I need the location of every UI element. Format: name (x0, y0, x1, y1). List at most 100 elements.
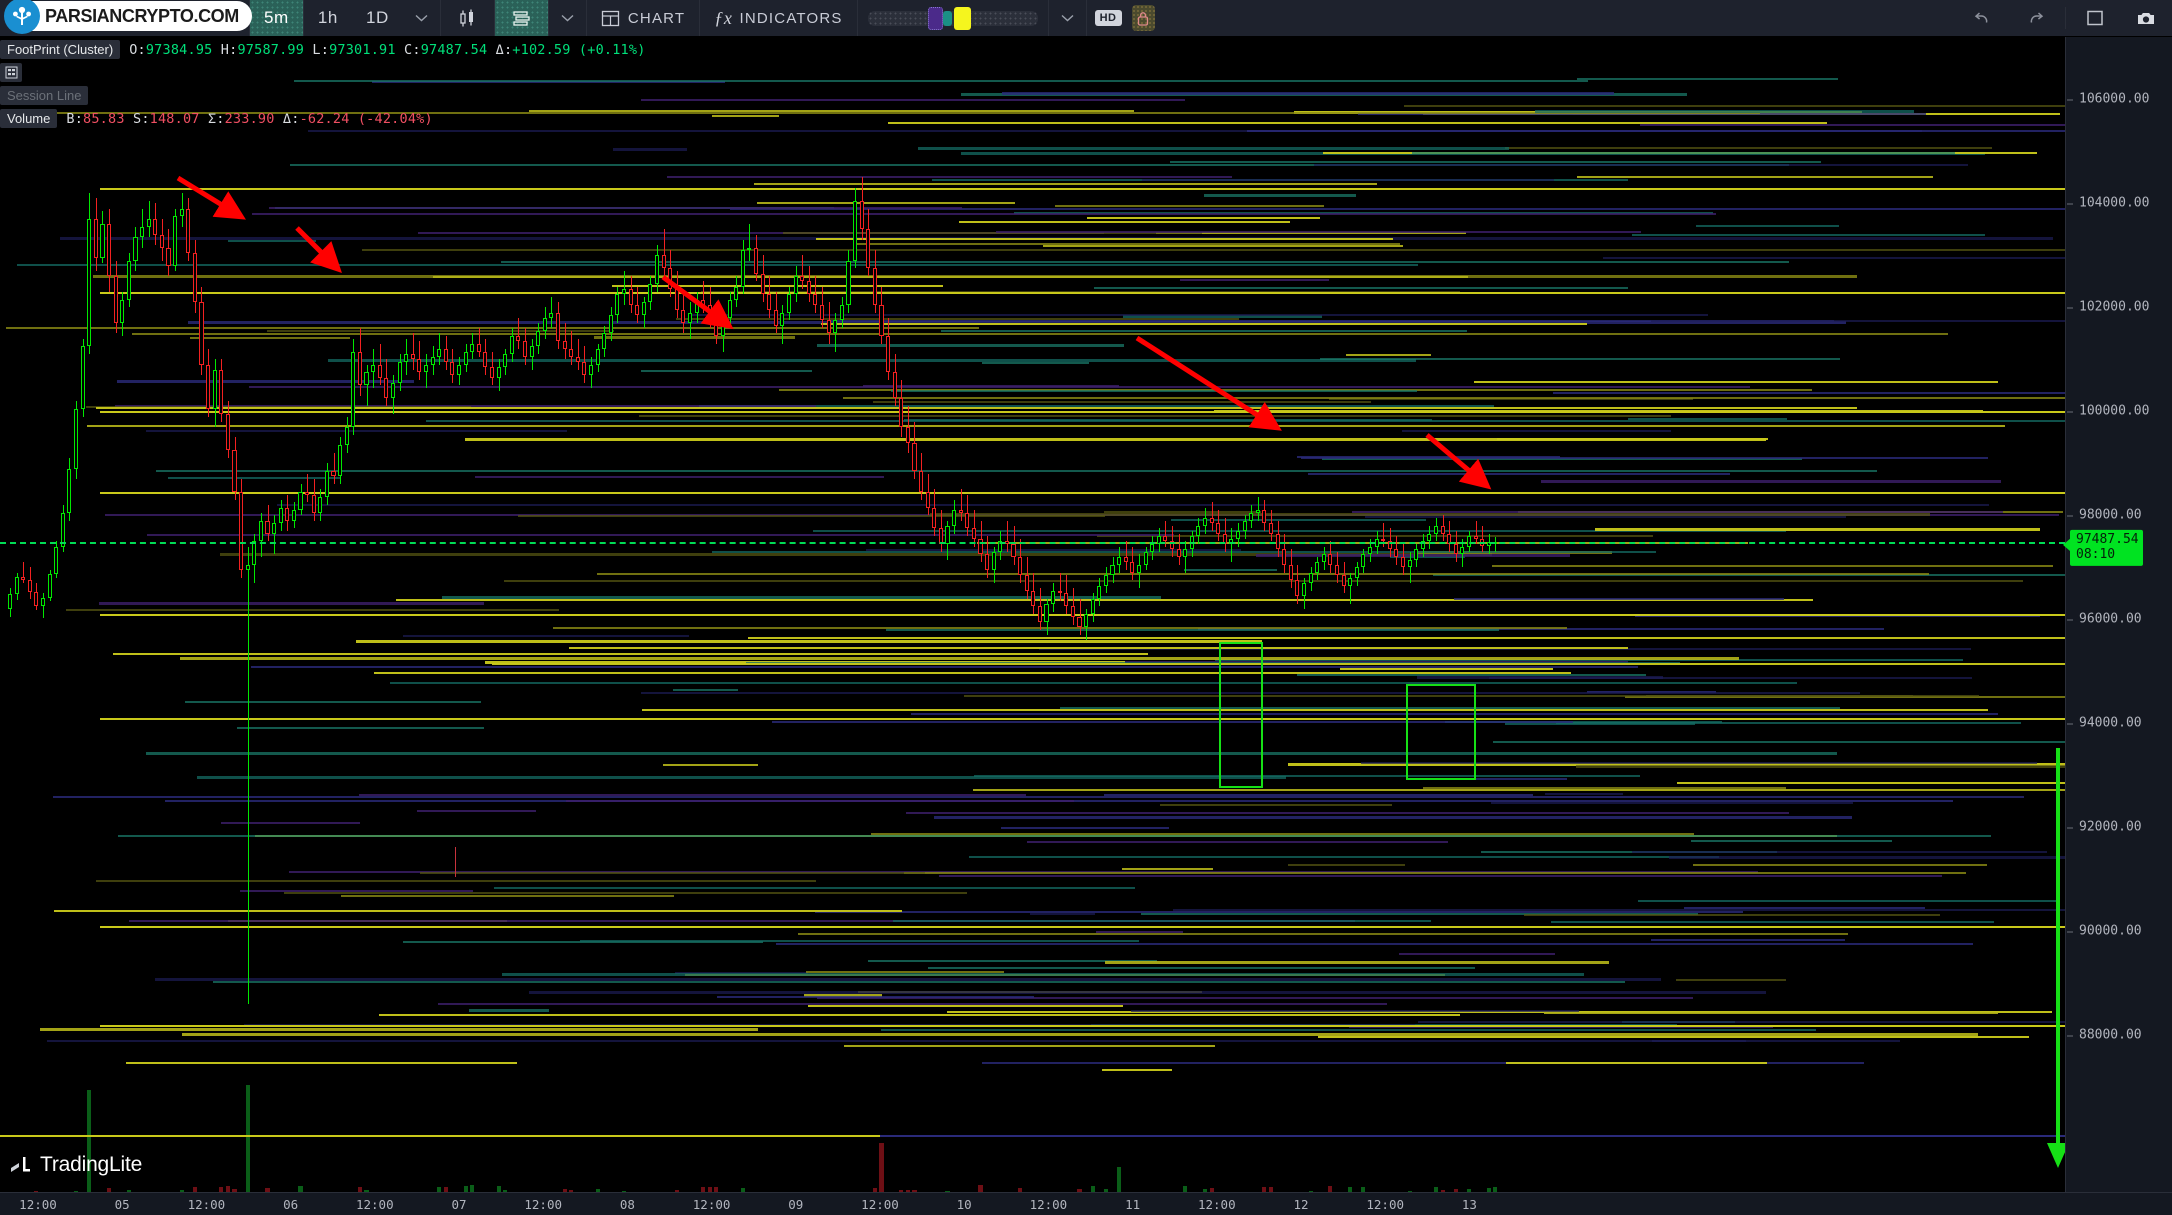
candle-body (1367, 546, 1373, 555)
candle-body (496, 367, 501, 378)
chart-menu-button[interactable]: CHART (587, 0, 701, 36)
chart-canvas[interactable] (0, 37, 2065, 1192)
colorbar-swatch-yellow[interactable] (953, 6, 971, 30)
redo-icon (2030, 12, 2044, 23)
legend-tag-volume[interactable]: Volume (0, 109, 58, 128)
liquidity-heatmap-line (212, 981, 1625, 984)
legend-tag-footprint[interactable]: FootPrint (Cluster) (0, 40, 121, 59)
legend-tag-session-line[interactable]: Session Line (0, 86, 89, 105)
timeframe-1h[interactable]: 1h (304, 0, 352, 36)
liquidity-heatmap-line (1042, 244, 1404, 247)
hd-badge[interactable]: HD (1094, 10, 1122, 26)
candle-body (390, 382, 395, 399)
colorbar-swatch-purple[interactable] (927, 6, 943, 30)
candle-body (1202, 518, 1207, 526)
time-axis[interactable]: 12:00 05 12:00 06 12:00 07 12:00 08 12:00 09 12:00… (0, 1192, 2172, 1215)
liquidity-heatmap-line (145, 752, 1838, 756)
candle-body (34, 592, 39, 606)
liquidity-heatmap-line (641, 708, 1989, 711)
support-zone-1[interactable] (1219, 642, 1263, 788)
candle-body (417, 359, 422, 373)
liquidity-heatmap-line (389, 681, 1797, 684)
support-zone-2[interactable] (1406, 684, 1476, 780)
footprint-settings-icon[interactable] (0, 63, 22, 82)
candle-body (674, 289, 679, 310)
candle-body (93, 219, 98, 258)
timeframe-5m[interactable]: 5m (250, 0, 304, 36)
legend-values-volume: B:85.83 S:148.07 Σ:233.90 Δ:-62.24 (-42.… (66, 111, 432, 127)
price-pane[interactable] (0, 37, 2065, 1077)
candle-body (899, 398, 904, 427)
candle-body (621, 289, 627, 295)
layer-dropdown-chevron-down-icon[interactable] (549, 0, 587, 36)
candle-body (780, 312, 785, 326)
colorbar-swatch-teal[interactable] (942, 10, 952, 26)
liquidity-heatmap-line (611, 285, 944, 288)
liquidity-heatmap-line (821, 323, 1588, 326)
candle-body (1103, 575, 1108, 586)
liquidity-heatmap-line (806, 971, 1004, 974)
candle-body (1255, 510, 1260, 513)
liquidity-heatmap-line (1328, 398, 1693, 401)
candle-body (925, 492, 930, 508)
undo-button[interactable] (1957, 0, 2009, 36)
candle-wick (1006, 520, 1008, 552)
timeframe-1d[interactable]: 1D (352, 0, 403, 36)
candle-body (549, 312, 554, 318)
legend-row-session-line[interactable]: Session Line (0, 85, 646, 106)
liquidity-heatmap-line (47, 1039, 1900, 1042)
candle-body (1024, 575, 1029, 591)
candle-body (1414, 549, 1419, 560)
lock-button[interactable] (1131, 5, 1155, 31)
candle-body (1400, 557, 1406, 568)
price-axis[interactable]: 106000.00 104000.00 102000.00 100000.00 9800… (2063, 37, 2172, 1192)
candlestick-chart-type-button[interactable] (441, 0, 495, 36)
liquidity-heatmap-line (1026, 840, 1448, 843)
price-axis-tick: 104000.00 (2066, 196, 2172, 211)
screenshot-button[interactable] (2120, 0, 2172, 36)
liquidity-heatmap-line (283, 891, 967, 894)
candle-body (1301, 583, 1307, 596)
fullscreen-button[interactable] (2070, 0, 2120, 36)
volume-pane[interactable] (0, 1077, 2065, 1192)
indicators-button[interactable]: ƒx INDICATORS (700, 0, 858, 36)
candle-body (410, 354, 415, 360)
liquidity-heatmap-line (1184, 569, 1277, 572)
legend-value-part: 97587.99 (237, 41, 305, 58)
candle-body (1064, 593, 1069, 607)
redo-button[interactable] (2009, 0, 2061, 36)
candle-body (489, 367, 494, 378)
colorbar-track[interactable] (867, 6, 1038, 30)
legend-row-footprint[interactable]: FootPrint (Cluster) O:97384.95 H:97587.9… (0, 39, 646, 60)
heatmap-layer-button[interactable] (494, 0, 549, 36)
candle-body (516, 336, 521, 342)
candle-body (806, 281, 811, 295)
time-axis-tick: 06 (283, 1197, 299, 1212)
liquidity-heatmap-line (1086, 217, 1320, 220)
candle-body (1044, 603, 1049, 622)
liquidity-heatmap-line (1552, 391, 2065, 394)
liquidity-heatmap-line (1491, 801, 1854, 804)
liquidity-heatmap-line (493, 886, 1135, 889)
legend-row-volume[interactable]: Volume B:85.83 S:148.07 Σ:233.90 Δ:-62.2… (0, 108, 646, 129)
liquidity-heatmap-line (940, 329, 1468, 332)
liquidity-heatmap-line (1505, 146, 1992, 149)
current-price-value: 97487.54 (2076, 531, 2139, 547)
heatmap-colorbar[interactable] (858, 0, 1049, 36)
candle-body (41, 597, 46, 606)
candle-body (1051, 590, 1056, 604)
liquidity-heatmap-line (675, 317, 1239, 320)
timeframe-dropdown-chevron-down-icon[interactable] (403, 0, 441, 36)
liquidity-heatmap-line (1002, 91, 1614, 95)
colorbar-dropdown-chevron-down-icon[interactable] (1049, 0, 1087, 36)
chart-grid-icon (601, 10, 620, 26)
liquidity-heatmap-line (1693, 863, 1988, 866)
liquidity-heatmap-line (1000, 826, 1169, 829)
liquidity-heatmap-line (1412, 151, 1956, 154)
major-liquidity-level (100, 492, 2065, 494)
liquidity-heatmap-line (54, 909, 902, 912)
liquidity-heatmap-line (927, 967, 1476, 970)
candle-body (1110, 564, 1115, 576)
current-price-tag[interactable]: 97487.54 08:10 (2063, 529, 2143, 566)
